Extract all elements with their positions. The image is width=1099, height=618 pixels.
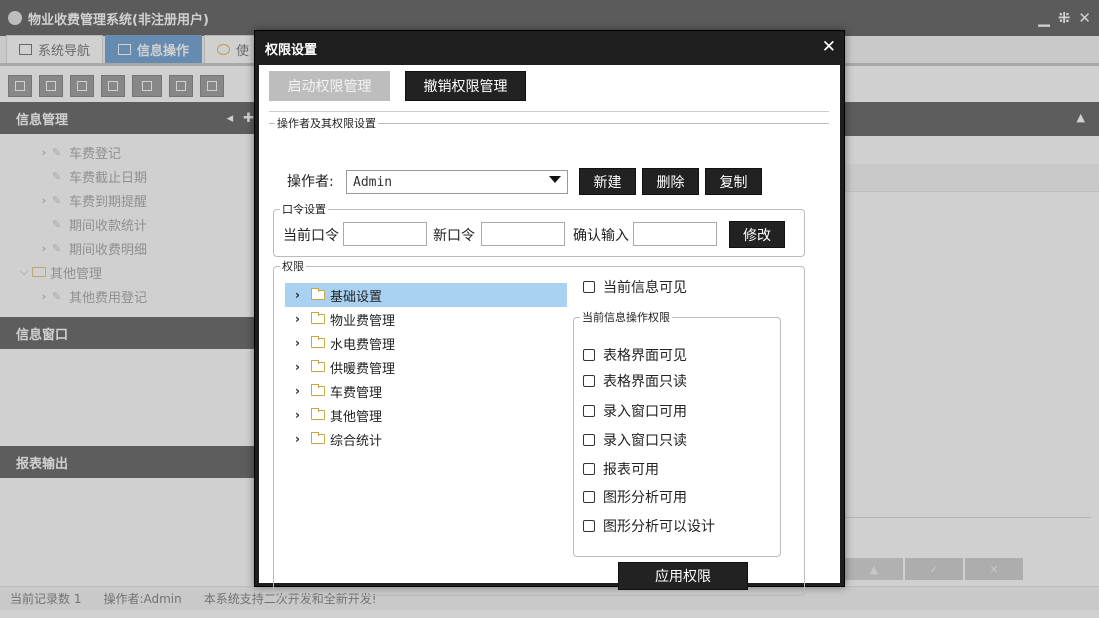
delete-operator-button[interactable]: 删除 <box>642 168 699 195</box>
checkbox-icon[interactable] <box>583 405 595 417</box>
chevron-right-icon[interactable]: › <box>295 336 309 350</box>
checkbox-label: 录入窗口只读 <box>603 433 687 449</box>
permission-tree-item[interactable]: › 供暖费管理 <box>285 355 567 379</box>
permission-tree-label: 基础设置 <box>330 289 383 305</box>
operation-checkbox[interactable]: 表格界面可见 <box>583 345 687 365</box>
operation-permission-legend: 当前信息操作权限 <box>582 311 670 324</box>
current-password-label: 当前口令 <box>283 228 339 244</box>
checkbox-icon[interactable] <box>583 520 595 532</box>
dialog-close-icon[interactable]: ✕ <box>822 38 836 56</box>
permission-tree-item[interactable]: › 水电费管理 <box>285 331 567 355</box>
operator-select[interactable]: Admin <box>346 170 568 194</box>
modify-password-button[interactable]: 修改 <box>729 221 785 248</box>
copy-operator-button[interactable]: 复制 <box>705 168 762 195</box>
operator-value: Admin <box>353 174 393 190</box>
checkbox-label: 图形分析可用 <box>603 490 687 506</box>
operation-checkbox[interactable]: 表格界面只读 <box>583 371 687 391</box>
password-group-legend: 口令设置 <box>282 203 326 216</box>
checkbox-label: 表格界面可见 <box>603 348 687 364</box>
checkbox-icon[interactable] <box>583 375 595 387</box>
operation-checkbox[interactable]: 图形分析可用 <box>583 487 687 507</box>
permission-group-legend: 权限 <box>282 260 304 273</box>
dialog-body: 启动权限管理 撤销权限管理 操作者及其权限设置 操作者: Admin 新建 删除… <box>259 65 840 596</box>
permission-tree-item[interactable]: › 基础设置 <box>285 283 567 307</box>
permission-tree-label: 综合统计 <box>330 433 383 449</box>
chevron-right-icon[interactable]: › <box>295 408 309 422</box>
checkbox-label: 录入窗口可用 <box>603 404 687 420</box>
operation-checkbox[interactable]: 图形分析可以设计 <box>583 516 715 536</box>
operation-checkbox[interactable]: 录入窗口可用 <box>583 401 687 421</box>
folder-icon <box>311 408 325 420</box>
permission-tree-label: 车费管理 <box>330 385 383 401</box>
checkbox-icon[interactable] <box>583 463 595 475</box>
checkbox-icon[interactable] <box>583 491 595 503</box>
chevron-right-icon[interactable]: › <box>295 432 309 446</box>
folder-icon <box>311 288 325 300</box>
permission-tree-label: 供暖费管理 <box>330 361 396 377</box>
checkbox-icon[interactable] <box>583 434 595 446</box>
chevron-right-icon[interactable]: › <box>295 312 309 326</box>
enable-permission-button[interactable]: 启动权限管理 <box>269 71 390 101</box>
permission-tree-item[interactable]: › 其他管理 <box>285 403 567 427</box>
checkbox-label: 图形分析可以设计 <box>603 519 715 535</box>
permission-tree-item[interactable]: › 车费管理 <box>285 379 567 403</box>
divider <box>269 111 829 112</box>
apply-permission-button[interactable]: 应用权限 <box>618 562 748 590</box>
current-password-input[interactable] <box>343 222 427 246</box>
operation-checkbox[interactable]: 录入窗口只读 <box>583 430 687 450</box>
new-operator-button[interactable]: 新建 <box>579 168 636 195</box>
chevron-right-icon[interactable]: › <box>295 384 309 398</box>
confirm-password-input[interactable] <box>633 222 717 246</box>
checkbox-label: 报表可用 <box>603 462 659 478</box>
chevron-down-icon[interactable] <box>549 176 561 183</box>
checkbox-icon[interactable] <box>583 281 595 293</box>
info-visible-checkbox[interactable]: 当前信息可见 <box>583 277 687 297</box>
permission-tree-label: 其他管理 <box>330 409 383 425</box>
permission-tree-item[interactable]: › 物业费管理 <box>285 307 567 331</box>
folder-icon <box>311 432 325 444</box>
new-password-input[interactable] <box>481 222 565 246</box>
permission-dialog: 权限设置 ✕ 启动权限管理 撤销权限管理 操作者及其权限设置 操作者: Admi… <box>254 30 845 596</box>
permission-tree-label: 物业费管理 <box>330 313 396 329</box>
checkbox-icon[interactable] <box>583 349 595 361</box>
checkbox-label: 当前信息可见 <box>603 280 687 296</box>
checkbox-label: 表格界面只读 <box>603 374 687 390</box>
folder-icon <box>311 360 325 372</box>
operator-label: 操作者: <box>287 174 334 190</box>
operation-checkbox[interactable]: 报表可用 <box>583 459 659 479</box>
permission-tree-label: 水电费管理 <box>330 337 396 353</box>
permission-tree-item[interactable]: › 综合统计 <box>285 427 567 451</box>
folder-icon <box>311 312 325 324</box>
chevron-right-icon[interactable]: › <box>295 288 309 302</box>
folder-icon <box>311 384 325 396</box>
operator-group-legend: 操作者及其权限设置 <box>277 117 376 130</box>
chevron-right-icon[interactable]: › <box>295 360 309 374</box>
new-password-label: 新口令 <box>433 228 475 244</box>
confirm-password-label: 确认输入 <box>573 228 629 244</box>
folder-icon <box>311 336 325 348</box>
permission-tree: › 基础设置 › 物业费管理 › 水电费管理 › 供暖费管理 › 车费管理 › 其他管理 › 综合统计 <box>285 283 567 583</box>
dialog-title: 权限设置 <box>265 42 318 58</box>
revoke-permission-button[interactable]: 撤销权限管理 <box>405 71 526 101</box>
